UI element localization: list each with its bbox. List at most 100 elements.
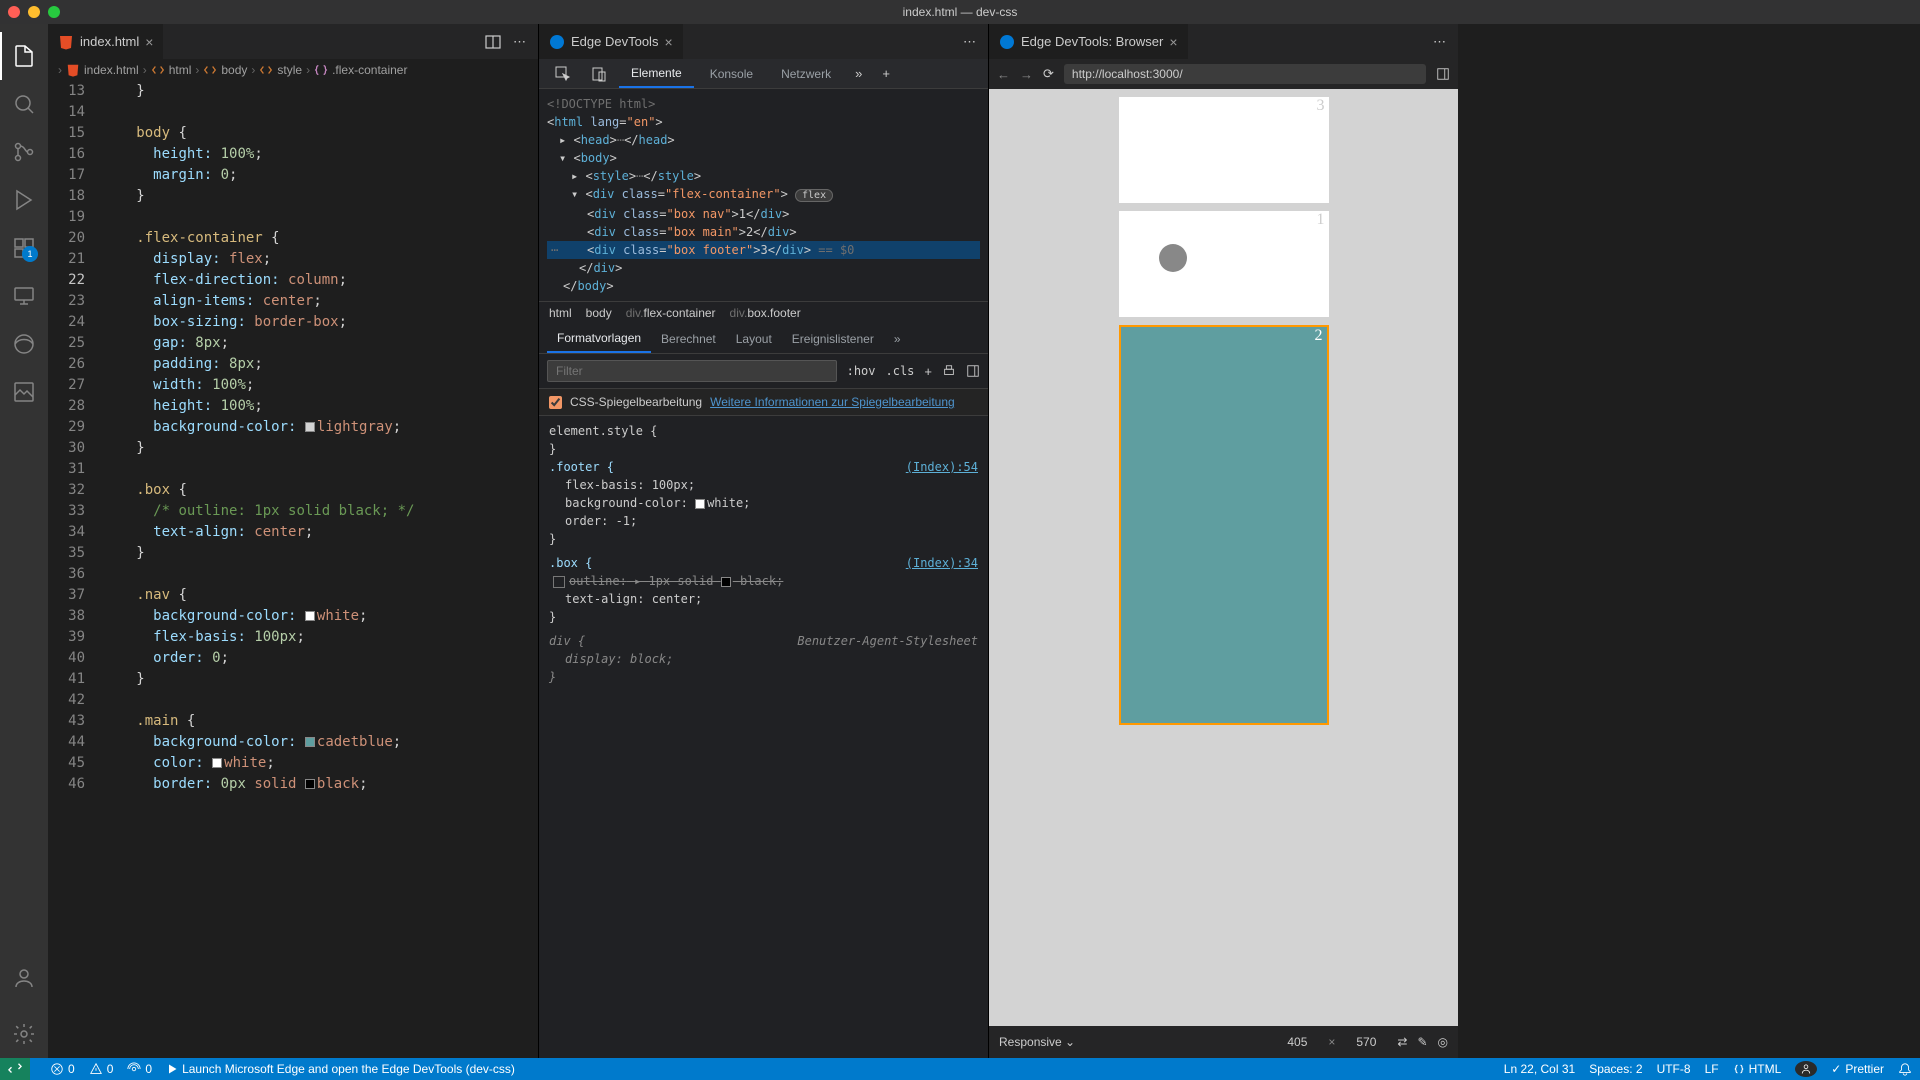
styles-filter-input[interactable]	[547, 360, 837, 382]
editor-tabs: index.html × ⋯	[48, 24, 538, 59]
back-icon[interactable]: ←	[997, 67, 1010, 82]
devtools-main-tabs: Elemente Konsole Netzwerk » +	[539, 59, 988, 89]
account-icon[interactable]	[0, 954, 48, 1002]
explorer-icon[interactable]	[0, 32, 48, 80]
dock-icon[interactable]	[1436, 67, 1450, 81]
more-actions-icon[interactable]: ⋯	[513, 34, 526, 50]
rule-checkbox[interactable]	[553, 576, 565, 588]
tab-console[interactable]: Konsole	[698, 59, 765, 88]
print-icon[interactable]	[942, 364, 956, 378]
titlebar: index.html — dev-css	[0, 0, 1920, 24]
viewport-width[interactable]: 405	[1276, 1035, 1318, 1049]
rotate-icon[interactable]: ⇄	[1397, 1035, 1407, 1049]
mirror-label: CSS-Spiegelbearbeitung	[570, 395, 702, 409]
preview-viewport[interactable]: 3 1 2	[989, 89, 1458, 1026]
edit-icon[interactable]: ✎	[1417, 1035, 1427, 1049]
more-actions-icon[interactable]: ⋯	[963, 34, 976, 50]
tab-styles[interactable]: Formatvorlagen	[547, 324, 651, 353]
live-share-icon[interactable]	[1795, 1061, 1817, 1077]
mirror-link[interactable]: Weitere Informationen zur Spiegelbearbei…	[710, 395, 955, 409]
inspect-icon[interactable]	[547, 59, 579, 88]
close-icon[interactable]: ×	[1169, 34, 1177, 50]
forward-icon[interactable]: →	[1020, 67, 1033, 82]
dom-bc-footer[interactable]: div.box.footer	[730, 306, 801, 320]
cursor-indicator	[1159, 244, 1187, 272]
language-mode[interactable]: HTML	[1733, 1062, 1782, 1076]
cursor-position[interactable]: Ln 22, Col 31	[1504, 1062, 1575, 1076]
breadcrumb-html[interactable]: html	[169, 63, 192, 77]
breadcrumb-file[interactable]: index.html	[84, 63, 139, 77]
source-link[interactable]: (Index):54	[906, 458, 978, 476]
code-content[interactable]: } body { height: 100%; margin: 0; } .fle…	[103, 81, 538, 1058]
notifications-icon[interactable]	[1898, 1062, 1912, 1076]
more-tabs-icon[interactable]: »	[847, 59, 870, 88]
errors-count[interactable]: 0	[50, 1062, 75, 1076]
hov-toggle[interactable]: :hov	[847, 364, 876, 378]
device-select[interactable]: Responsive ⌄	[999, 1035, 1075, 1049]
dom-bc-html[interactable]: html	[549, 306, 572, 320]
maximize-window-button[interactable]	[48, 6, 60, 18]
window-title: index.html — dev-css	[903, 5, 1018, 19]
panel-icon[interactable]	[966, 364, 980, 378]
mirror-checkbox[interactable]	[549, 396, 562, 409]
breadcrumb-selector[interactable]: .flex-container	[332, 63, 407, 77]
eol[interactable]: LF	[1705, 1062, 1719, 1076]
styles-tabs: Formatvorlagen Berechnet Layout Ereignis…	[539, 324, 988, 354]
styles-rules[interactable]: element.style { } .footer {(Index):54 fl…	[539, 416, 988, 1058]
tab-browser[interactable]: Edge DevTools: Browser ×	[989, 24, 1189, 59]
tab-label: Edge DevTools: Browser	[1021, 34, 1163, 49]
tab-computed[interactable]: Berechnet	[651, 324, 726, 353]
prettier-status[interactable]: ✓ Prettier	[1831, 1062, 1884, 1076]
edge-icon[interactable]	[0, 320, 48, 368]
code-editor[interactable]: 1314151617181920212223242526272829303132…	[48, 81, 538, 1058]
html-file-icon	[66, 63, 80, 77]
cls-toggle[interactable]: .cls	[886, 364, 915, 378]
launch-task[interactable]: Launch Microsoft Edge and open the Edge …	[166, 1062, 515, 1076]
tab-devtools[interactable]: Edge DevTools ×	[539, 24, 684, 59]
device-icon[interactable]	[583, 59, 615, 88]
settings-gear-icon[interactable]	[0, 1010, 48, 1058]
breadcrumb-body[interactable]: body	[221, 63, 247, 77]
tab-listeners[interactable]: Ereignislistener	[782, 324, 884, 353]
extensions-icon[interactable]: 1	[0, 224, 48, 272]
breadcrumb[interactable]: › index.html › html › body › style › .fl…	[48, 59, 538, 81]
remote-indicator[interactable]	[0, 1058, 30, 1080]
add-tab-icon[interactable]: +	[874, 59, 898, 88]
more-actions-icon[interactable]: ⋯	[1433, 34, 1446, 50]
target-icon[interactable]: ◎	[1438, 1035, 1448, 1049]
flex-badge[interactable]: flex	[795, 189, 833, 202]
dom-breadcrumb[interactable]: html body div.flex-container div.box.foo…	[539, 301, 988, 324]
warnings-count[interactable]: 0	[89, 1062, 114, 1076]
dom-tree[interactable]: <!DOCTYPE html> <html lang="en"> ▸ <head…	[539, 89, 988, 301]
remote-icon[interactable]	[0, 272, 48, 320]
gallery-icon[interactable]	[0, 368, 48, 416]
minimize-window-button[interactable]	[28, 6, 40, 18]
tab-index-html[interactable]: index.html ×	[48, 24, 164, 59]
dom-bc-container[interactable]: div.flex-container	[626, 306, 716, 320]
encoding[interactable]: UTF-8	[1657, 1062, 1691, 1076]
run-debug-icon[interactable]	[0, 176, 48, 224]
split-editor-icon[interactable]	[485, 34, 501, 50]
edge-icon	[999, 34, 1015, 50]
more-tabs-icon[interactable]: »	[884, 324, 911, 353]
source-link[interactable]: (Index):34	[906, 554, 978, 572]
reload-icon[interactable]: ⟳	[1043, 66, 1054, 82]
indentation[interactable]: Spaces: 2	[1589, 1062, 1642, 1076]
close-icon[interactable]: ×	[664, 34, 672, 50]
breadcrumb-style[interactable]: style	[277, 63, 302, 77]
source-control-icon[interactable]	[0, 128, 48, 176]
dom-bc-body[interactable]: body	[586, 306, 612, 320]
css-mirror-row: CSS-Spiegelbearbeitung Weitere Informati…	[539, 388, 988, 416]
search-icon[interactable]	[0, 80, 48, 128]
close-icon[interactable]: ×	[145, 34, 153, 50]
tab-elements[interactable]: Elemente	[619, 59, 694, 88]
tab-network[interactable]: Netzwerk	[769, 59, 843, 88]
preview-box-1: 1	[1119, 211, 1329, 317]
new-rule-icon[interactable]: +	[924, 364, 932, 379]
tab-layout[interactable]: Layout	[726, 324, 782, 353]
viewport-height[interactable]: 570	[1345, 1035, 1387, 1049]
url-input[interactable]	[1064, 64, 1426, 84]
code-icon	[259, 63, 273, 77]
port-forward[interactable]: 0	[127, 1062, 152, 1076]
close-window-button[interactable]	[8, 6, 20, 18]
